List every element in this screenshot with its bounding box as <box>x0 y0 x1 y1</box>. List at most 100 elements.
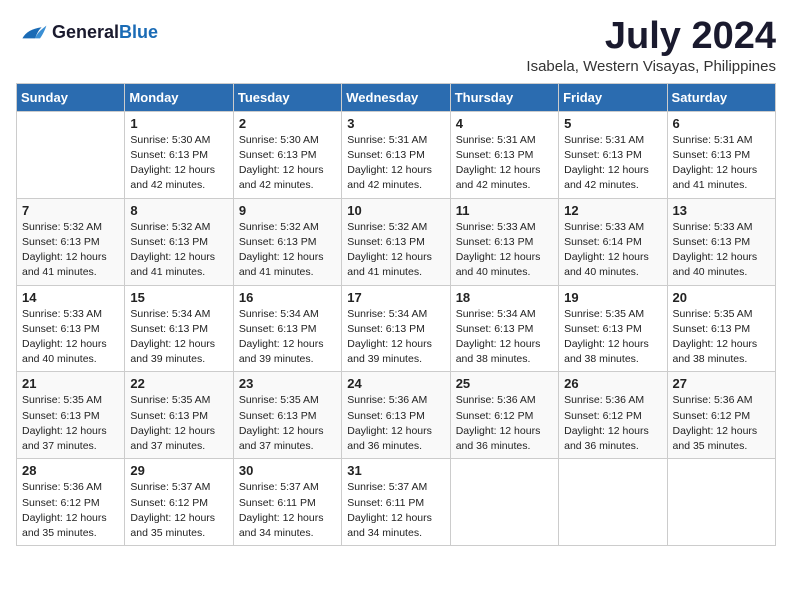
calendar-week-row: 1 Sunrise: 5:30 AMSunset: 6:13 PMDayligh… <box>17 111 776 198</box>
day-info: Sunrise: 5:35 AMSunset: 6:13 PMDaylight:… <box>130 393 227 454</box>
day-info: Sunrise: 5:34 AMSunset: 6:13 PMDaylight:… <box>130 307 227 368</box>
weekday-header: Tuesday <box>233 83 341 111</box>
day-info: Sunrise: 5:34 AMSunset: 6:13 PMDaylight:… <box>239 307 336 368</box>
calendar-cell: 24 Sunrise: 5:36 AMSunset: 6:13 PMDaylig… <box>342 372 450 459</box>
day-info: Sunrise: 5:32 AMSunset: 6:13 PMDaylight:… <box>239 220 336 281</box>
calendar-cell: 10 Sunrise: 5:32 AMSunset: 6:13 PMDaylig… <box>342 198 450 285</box>
day-info: Sunrise: 5:36 AMSunset: 6:13 PMDaylight:… <box>347 393 444 454</box>
day-number: 18 <box>456 290 553 305</box>
calendar-cell <box>559 459 667 546</box>
day-number: 6 <box>673 116 770 131</box>
weekday-header: Wednesday <box>342 83 450 111</box>
day-number: 5 <box>564 116 661 131</box>
day-number: 1 <box>130 116 227 131</box>
day-number: 15 <box>130 290 227 305</box>
calendar-cell: 17 Sunrise: 5:34 AMSunset: 6:13 PMDaylig… <box>342 285 450 372</box>
page-header: GeneralBlue July 2024 Isabela, Western V… <box>16 16 776 75</box>
day-info: Sunrise: 5:31 AMSunset: 6:13 PMDaylight:… <box>673 133 770 194</box>
calendar-cell: 7 Sunrise: 5:32 AMSunset: 6:13 PMDayligh… <box>17 198 125 285</box>
day-info: Sunrise: 5:34 AMSunset: 6:13 PMDaylight:… <box>456 307 553 368</box>
day-info: Sunrise: 5:35 AMSunset: 6:13 PMDaylight:… <box>22 393 119 454</box>
calendar-cell: 27 Sunrise: 5:36 AMSunset: 6:12 PMDaylig… <box>667 372 775 459</box>
calendar-cell: 20 Sunrise: 5:35 AMSunset: 6:13 PMDaylig… <box>667 285 775 372</box>
calendar-cell <box>450 459 558 546</box>
calendar-cell: 2 Sunrise: 5:30 AMSunset: 6:13 PMDayligh… <box>233 111 341 198</box>
day-number: 27 <box>673 376 770 391</box>
day-info: Sunrise: 5:30 AMSunset: 6:13 PMDaylight:… <box>130 133 227 194</box>
day-info: Sunrise: 5:33 AMSunset: 6:14 PMDaylight:… <box>564 220 661 281</box>
weekday-header-row: SundayMondayTuesdayWednesdayThursdayFrid… <box>17 83 776 111</box>
day-info: Sunrise: 5:36 AMSunset: 6:12 PMDaylight:… <box>456 393 553 454</box>
calendar-cell: 11 Sunrise: 5:33 AMSunset: 6:13 PMDaylig… <box>450 198 558 285</box>
calendar-cell: 18 Sunrise: 5:34 AMSunset: 6:13 PMDaylig… <box>450 285 558 372</box>
calendar-cell: 22 Sunrise: 5:35 AMSunset: 6:13 PMDaylig… <box>125 372 233 459</box>
day-info: Sunrise: 5:36 AMSunset: 6:12 PMDaylight:… <box>564 393 661 454</box>
weekday-header: Saturday <box>667 83 775 111</box>
day-number: 26 <box>564 376 661 391</box>
day-info: Sunrise: 5:37 AMSunset: 6:12 PMDaylight:… <box>130 480 227 541</box>
calendar-cell: 30 Sunrise: 5:37 AMSunset: 6:11 PMDaylig… <box>233 459 341 546</box>
calendar-cell: 4 Sunrise: 5:31 AMSunset: 6:13 PMDayligh… <box>450 111 558 198</box>
day-number: 17 <box>347 290 444 305</box>
day-number: 13 <box>673 203 770 218</box>
day-number: 19 <box>564 290 661 305</box>
calendar-cell: 29 Sunrise: 5:37 AMSunset: 6:12 PMDaylig… <box>125 459 233 546</box>
day-info: Sunrise: 5:32 AMSunset: 6:13 PMDaylight:… <box>347 220 444 281</box>
calendar-cell: 31 Sunrise: 5:37 AMSunset: 6:11 PMDaylig… <box>342 459 450 546</box>
calendar-cell: 6 Sunrise: 5:31 AMSunset: 6:13 PMDayligh… <box>667 111 775 198</box>
day-info: Sunrise: 5:35 AMSunset: 6:13 PMDaylight:… <box>239 393 336 454</box>
calendar-cell: 25 Sunrise: 5:36 AMSunset: 6:12 PMDaylig… <box>450 372 558 459</box>
day-info: Sunrise: 5:31 AMSunset: 6:13 PMDaylight:… <box>564 133 661 194</box>
weekday-header: Thursday <box>450 83 558 111</box>
day-number: 23 <box>239 376 336 391</box>
day-number: 7 <box>22 203 119 218</box>
day-number: 9 <box>239 203 336 218</box>
day-info: Sunrise: 5:31 AMSunset: 6:13 PMDaylight:… <box>347 133 444 194</box>
calendar-cell: 19 Sunrise: 5:35 AMSunset: 6:13 PMDaylig… <box>559 285 667 372</box>
location: Isabela, Western Visayas, Philippines <box>526 58 776 75</box>
calendar-week-row: 28 Sunrise: 5:36 AMSunset: 6:12 PMDaylig… <box>17 459 776 546</box>
calendar-cell: 16 Sunrise: 5:34 AMSunset: 6:13 PMDaylig… <box>233 285 341 372</box>
day-info: Sunrise: 5:34 AMSunset: 6:13 PMDaylight:… <box>347 307 444 368</box>
day-info: Sunrise: 5:31 AMSunset: 6:13 PMDaylight:… <box>456 133 553 194</box>
logo-icon <box>16 16 48 48</box>
calendar-cell: 3 Sunrise: 5:31 AMSunset: 6:13 PMDayligh… <box>342 111 450 198</box>
day-number: 30 <box>239 463 336 478</box>
day-info: Sunrise: 5:35 AMSunset: 6:13 PMDaylight:… <box>673 307 770 368</box>
day-info: Sunrise: 5:37 AMSunset: 6:11 PMDaylight:… <box>239 480 336 541</box>
weekday-header: Sunday <box>17 83 125 111</box>
day-number: 3 <box>347 116 444 131</box>
weekday-header: Monday <box>125 83 233 111</box>
logo-text: GeneralBlue <box>52 22 158 43</box>
day-number: 21 <box>22 376 119 391</box>
day-number: 14 <box>22 290 119 305</box>
calendar-week-row: 7 Sunrise: 5:32 AMSunset: 6:13 PMDayligh… <box>17 198 776 285</box>
calendar-table: SundayMondayTuesdayWednesdayThursdayFrid… <box>16 83 776 546</box>
calendar-week-row: 14 Sunrise: 5:33 AMSunset: 6:13 PMDaylig… <box>17 285 776 372</box>
day-number: 29 <box>130 463 227 478</box>
day-info: Sunrise: 5:37 AMSunset: 6:11 PMDaylight:… <box>347 480 444 541</box>
day-info: Sunrise: 5:36 AMSunset: 6:12 PMDaylight:… <box>673 393 770 454</box>
day-number: 16 <box>239 290 336 305</box>
calendar-cell: 14 Sunrise: 5:33 AMSunset: 6:13 PMDaylig… <box>17 285 125 372</box>
title-area: July 2024 Isabela, Western Visayas, Phil… <box>526 16 776 75</box>
calendar-cell: 28 Sunrise: 5:36 AMSunset: 6:12 PMDaylig… <box>17 459 125 546</box>
calendar-cell: 9 Sunrise: 5:32 AMSunset: 6:13 PMDayligh… <box>233 198 341 285</box>
day-info: Sunrise: 5:32 AMSunset: 6:13 PMDaylight:… <box>22 220 119 281</box>
calendar-cell: 26 Sunrise: 5:36 AMSunset: 6:12 PMDaylig… <box>559 372 667 459</box>
day-number: 24 <box>347 376 444 391</box>
day-number: 8 <box>130 203 227 218</box>
calendar-cell: 12 Sunrise: 5:33 AMSunset: 6:14 PMDaylig… <box>559 198 667 285</box>
day-number: 10 <box>347 203 444 218</box>
day-info: Sunrise: 5:33 AMSunset: 6:13 PMDaylight:… <box>673 220 770 281</box>
day-info: Sunrise: 5:33 AMSunset: 6:13 PMDaylight:… <box>456 220 553 281</box>
day-number: 22 <box>130 376 227 391</box>
logo: GeneralBlue <box>16 16 158 48</box>
calendar-cell: 8 Sunrise: 5:32 AMSunset: 6:13 PMDayligh… <box>125 198 233 285</box>
day-number: 4 <box>456 116 553 131</box>
calendar-cell: 21 Sunrise: 5:35 AMSunset: 6:13 PMDaylig… <box>17 372 125 459</box>
calendar-cell: 5 Sunrise: 5:31 AMSunset: 6:13 PMDayligh… <box>559 111 667 198</box>
calendar-cell <box>667 459 775 546</box>
calendar-cell: 13 Sunrise: 5:33 AMSunset: 6:13 PMDaylig… <box>667 198 775 285</box>
calendar-cell: 1 Sunrise: 5:30 AMSunset: 6:13 PMDayligh… <box>125 111 233 198</box>
